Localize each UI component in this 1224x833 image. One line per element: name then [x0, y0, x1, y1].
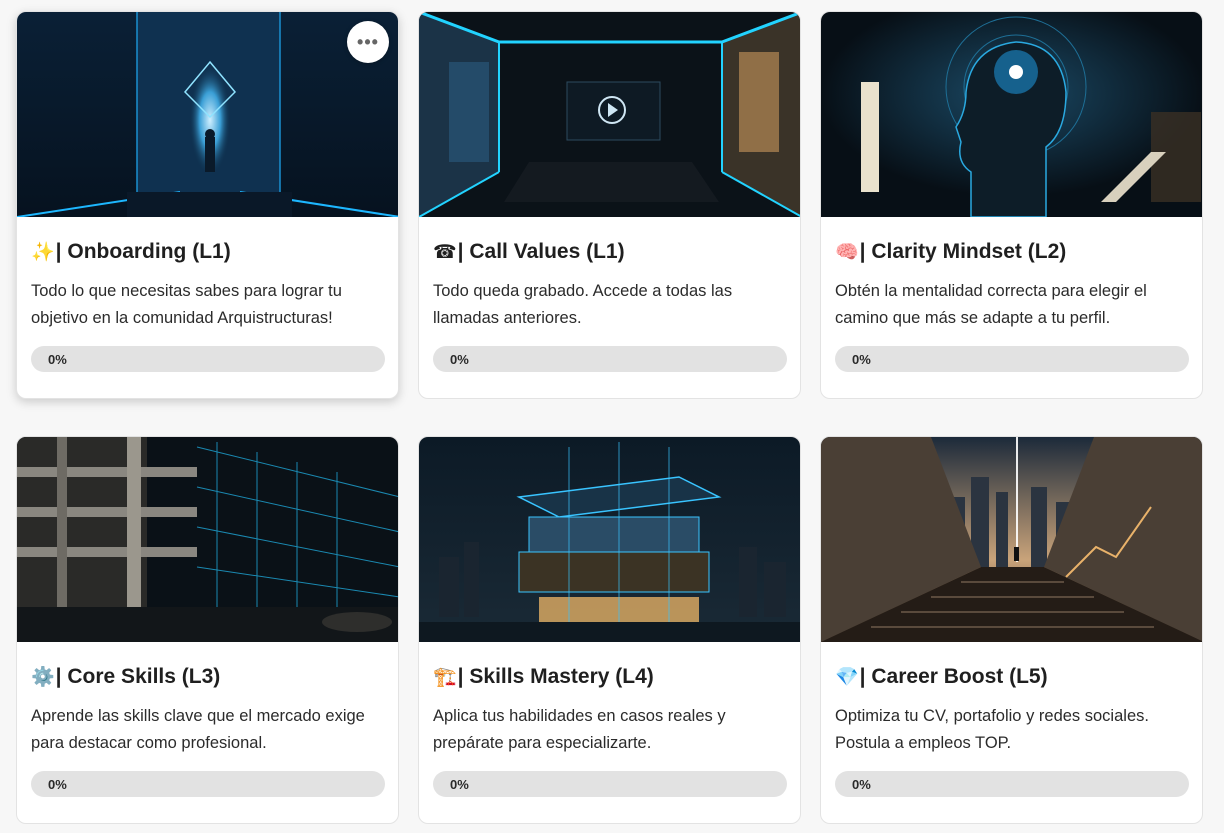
course-title: ✨ | Onboarding (L1)	[31, 239, 384, 265]
course-title-text: | Core Skills (L3)	[55, 665, 221, 688]
progress-bar: 0%	[835, 771, 1189, 797]
course-description: Optimiza tu CV, portafolio y redes socia…	[835, 707, 1149, 752]
course-title-text: | Career Boost (L5)	[859, 665, 1048, 688]
course-thumbnail[interactable]	[419, 12, 800, 217]
course-description: Todo lo que necesitas sabes para lograr …	[31, 282, 342, 327]
course-card-call-values[interactable]: ☎ | Call Values (L1) Todo queda grabado.…	[418, 11, 801, 399]
progress-bar: 0%	[835, 346, 1189, 372]
course-title-text: | Call Values (L1)	[457, 240, 625, 263]
progress-bar: 0%	[433, 346, 787, 372]
course-description: Todo queda grabado. Accede a todas las l…	[433, 282, 733, 327]
construction-crane-icon: 🏗️	[433, 667, 457, 688]
course-title: 🧠 | Clarity Mindset (L2)	[835, 239, 1188, 265]
progress-label: 0%	[852, 776, 871, 792]
course-title-text: | Clarity Mindset (L2)	[859, 240, 1067, 263]
course-card-onboarding[interactable]: ••• ✨ | Onboarding (L1) Todo lo que nece…	[16, 11, 399, 399]
progress-label: 0%	[450, 351, 469, 367]
course-thumbnail[interactable]: •••	[17, 12, 398, 217]
progress-label: 0%	[450, 776, 469, 792]
progress-label: 0%	[852, 351, 871, 367]
course-thumbnail[interactable]	[419, 437, 800, 642]
course-title: ☎ | Call Values (L1)	[433, 239, 786, 265]
telephone-icon: ☎	[433, 241, 457, 263]
course-thumbnail[interactable]	[17, 437, 398, 642]
progress-label: 0%	[48, 351, 67, 367]
sparkles-icon: ✨	[31, 242, 55, 263]
more-options-icon[interactable]: •••	[347, 21, 389, 63]
course-title: 🏗️ | Skills Mastery (L4)	[433, 664, 786, 690]
course-description: Aprende las skills clave que el mercado …	[31, 707, 365, 752]
gem-icon: 💎	[835, 667, 859, 688]
course-title: 💎 | Career Boost (L5)	[835, 664, 1188, 690]
gear-icon: ⚙️	[31, 667, 55, 688]
course-card-career-boost[interactable]: 💎 | Career Boost (L5) Optimiza tu CV, po…	[820, 436, 1203, 824]
progress-bar: 0%	[31, 771, 385, 797]
progress-label: 0%	[48, 776, 67, 792]
course-thumbnail[interactable]	[821, 437, 1202, 642]
course-title: ⚙️ | Core Skills (L3)	[31, 664, 384, 690]
course-description: Obtén la mentalidad correcta para elegir…	[835, 282, 1147, 327]
course-description: Aplica tus habilidades en casos reales y…	[433, 707, 726, 752]
brain-icon: 🧠	[835, 242, 859, 263]
course-title-text: | Skills Mastery (L4)	[457, 665, 654, 688]
progress-bar: 0%	[31, 346, 385, 372]
course-title-text: | Onboarding (L1)	[55, 240, 231, 263]
course-card-core-skills[interactable]: ⚙️ | Core Skills (L3) Aprende las skills…	[16, 436, 399, 824]
course-grid: ••• ✨ | Onboarding (L1) Todo lo que nece…	[16, 11, 1203, 824]
course-thumbnail[interactable]	[821, 12, 1202, 217]
progress-bar: 0%	[433, 771, 787, 797]
course-card-clarity-mindset[interactable]: 🧠 | Clarity Mindset (L2) Obtén la mental…	[820, 11, 1203, 399]
course-card-skills-mastery[interactable]: 🏗️ | Skills Mastery (L4) Aplica tus habi…	[418, 436, 801, 824]
